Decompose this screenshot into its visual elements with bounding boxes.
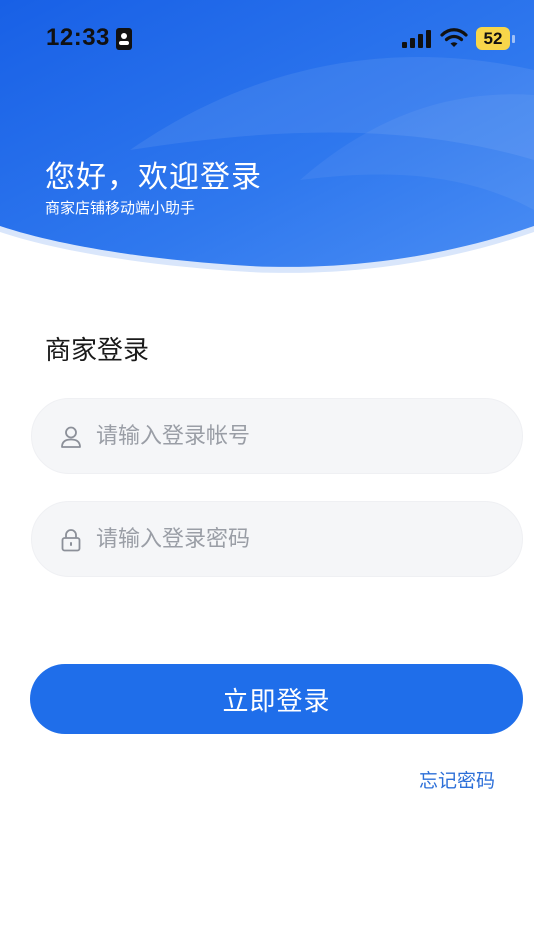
status-time: 12:33 [46,24,110,51]
password-input[interactable] [96,502,496,576]
wifi-icon [440,28,468,47]
user-icon [61,426,81,448]
status-bar: 12:33 52 [0,0,534,78]
battery-cap [512,35,515,43]
battery-level: 52 [476,27,510,50]
header-subtitle: 商家店铺移动端小助手 [45,199,196,217]
login-section-title: 商家登录 [45,336,150,366]
account-field[interactable] [31,398,523,474]
lock-icon [61,529,81,552]
greeting-title: 您好，欢迎登录 [45,160,262,195]
password-field[interactable] [31,501,523,577]
forgot-password-link[interactable]: 忘记密码 [419,766,495,793]
battery-icon: 52 [476,27,516,50]
account-input[interactable] [96,399,496,473]
cellular-signal-icon [402,30,431,48]
login-button[interactable]: 立即登录 [30,664,523,734]
id-card-icon [116,28,132,50]
